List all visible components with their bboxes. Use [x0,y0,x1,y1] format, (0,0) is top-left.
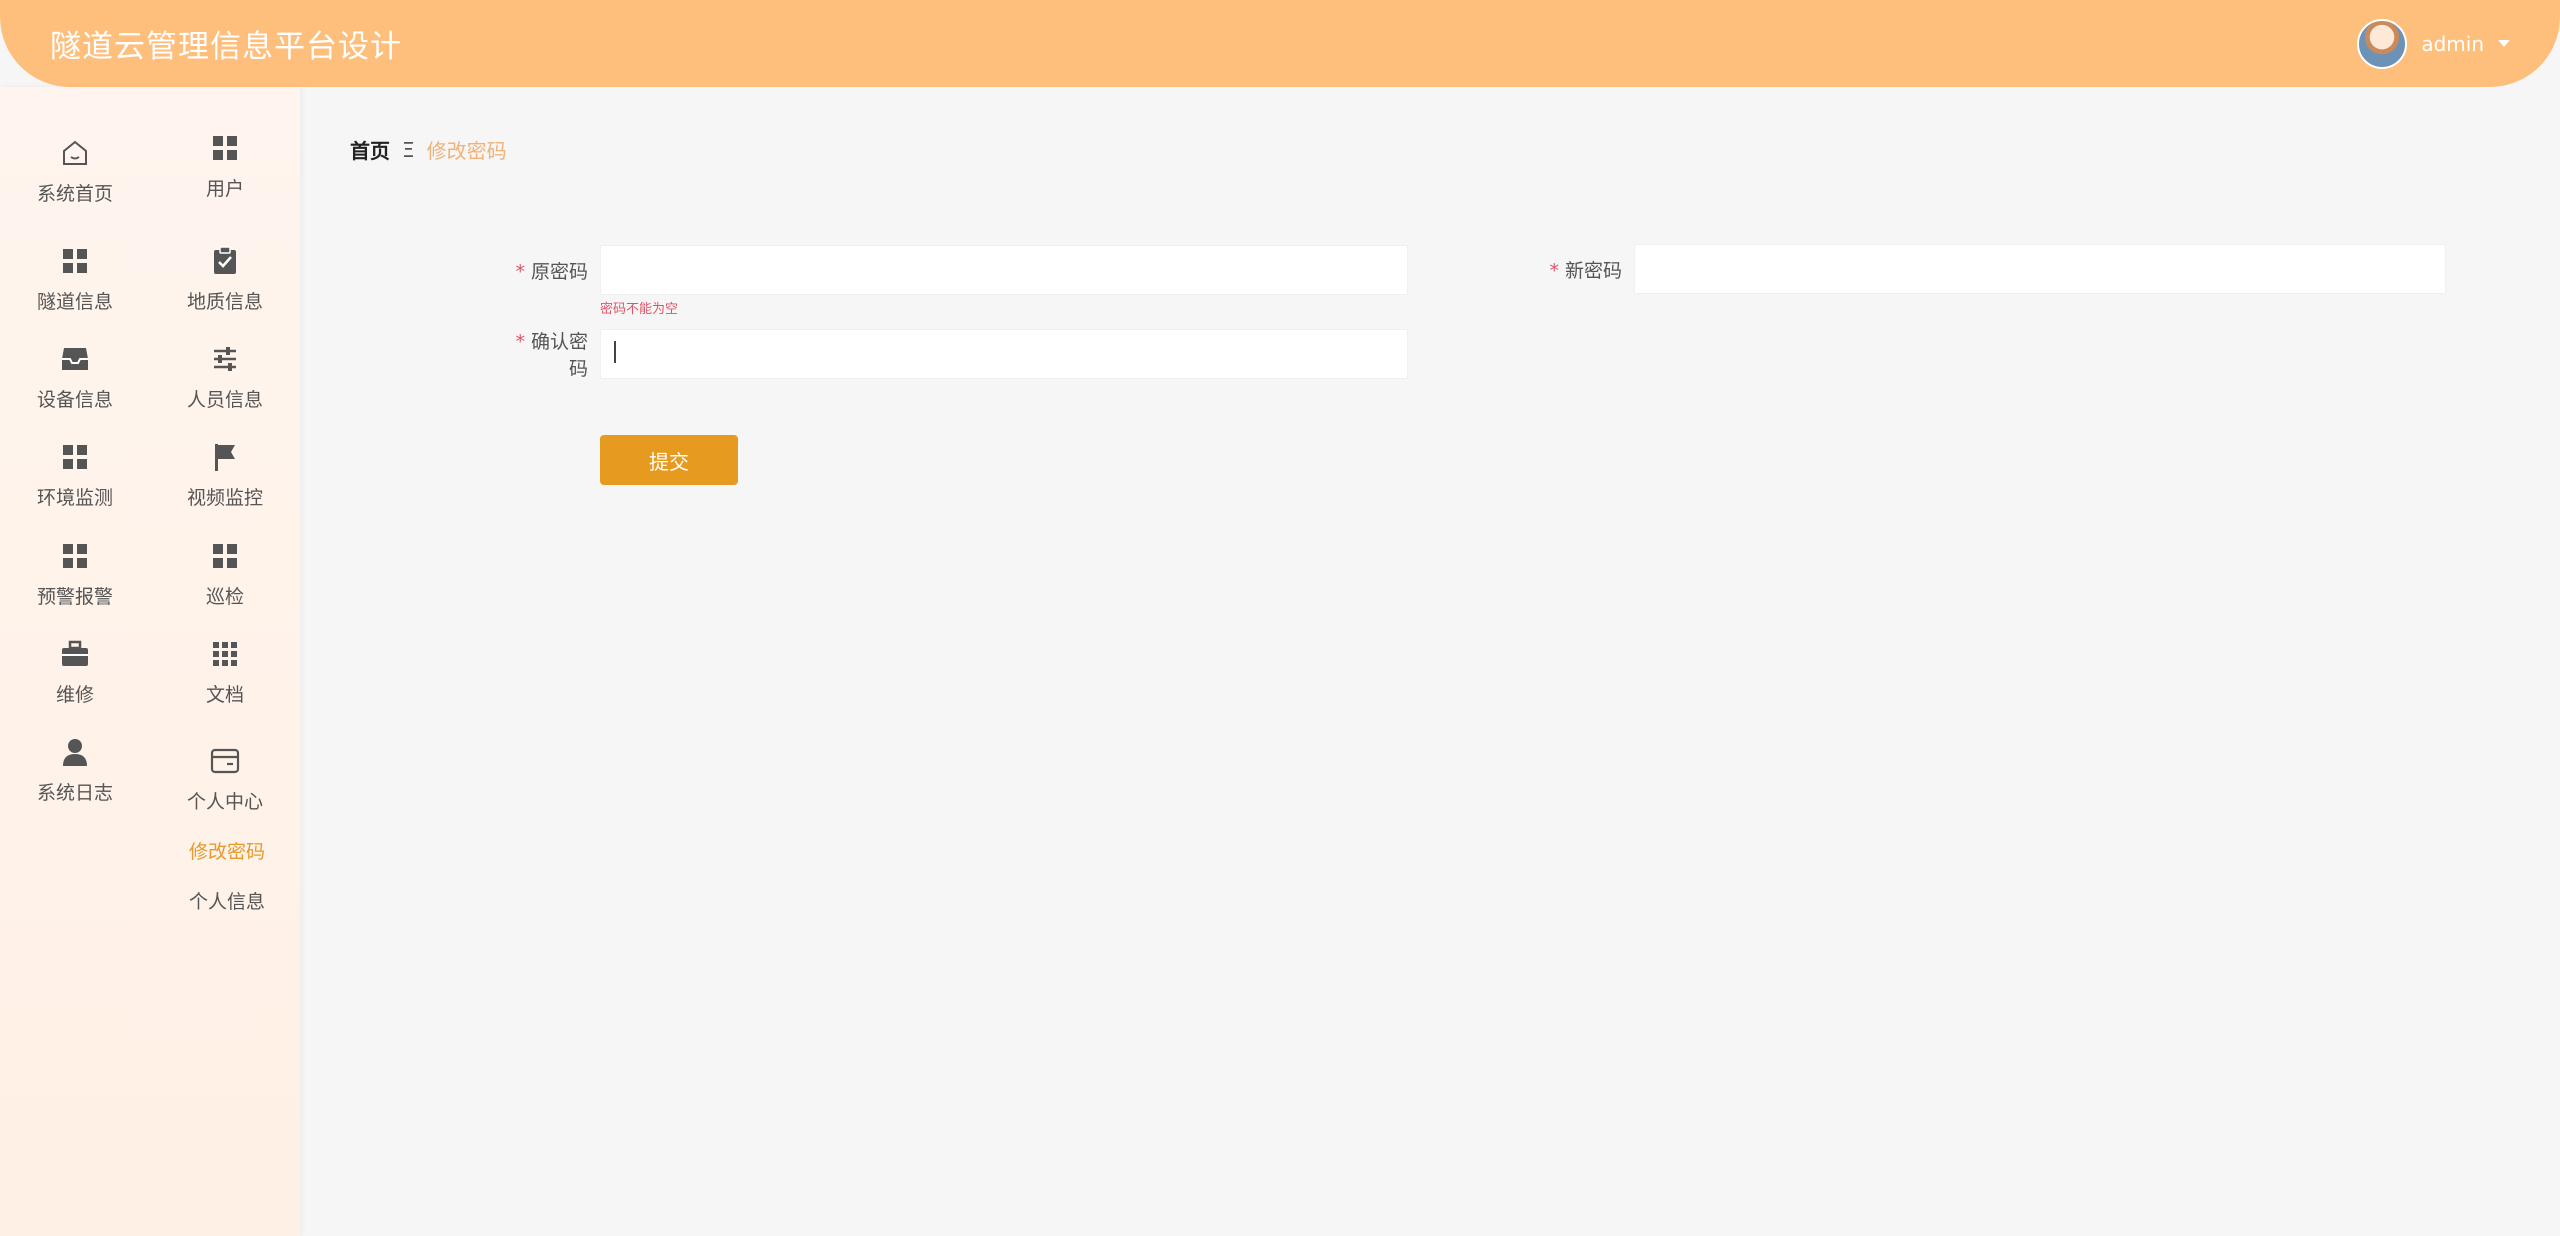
required-mark: * [515,260,525,283]
top-header: 隧道云管理信息平台设计 admin [0,0,2560,87]
clipboard-check-icon [209,245,241,277]
required-mark: * [1549,259,1559,282]
required-mark: * [515,331,525,353]
grid-icon [59,540,91,572]
confirm-password-label: * 确认密码 [515,331,588,380]
breadcrumb-current: 修改密码 [426,139,507,163]
briefcase-icon [59,638,91,670]
grid-icon [59,245,91,277]
flag-icon [209,441,241,473]
app-title: 隧道云管理信息平台设计 [50,29,402,65]
confirm-password-row: * 确认密码 [500,327,1408,381]
sidebar-item-system-log[interactable]: 系统日志 [0,736,150,805]
sidebar-item-video-monitoring[interactable]: 视频监控 [150,441,300,510]
username[interactable]: admin [2421,32,2484,56]
sidebar-item-personal-center[interactable]: 个人中心 [150,745,300,814]
sidebar-subitem-change-password[interactable]: 修改密码 [152,837,302,864]
sidebar-item-label: 系统日志 [36,782,113,804]
old-password-label: * 原密码 [515,260,588,283]
chevron-down-icon[interactable] [2498,40,2510,47]
sidebar-item-label: 设备信息 [36,389,113,411]
breadcrumb-home[interactable]: 首页 [350,135,390,164]
sidebar-item-label: 个人中心 [186,791,263,813]
new-password-label: * 新密码 [1549,259,1622,282]
grid-icon [209,132,241,164]
main-content: 首页 Ξ 修改密码 * 原密码 密码不能为空 * 新密码 * 确认密码 提交 [300,87,2560,1236]
sidebar-item-label: 地质信息 [186,291,263,313]
sidebar-item-home[interactable]: 系统首页 [0,137,150,206]
sidebar-item-documents[interactable]: 文档 [150,638,300,707]
old-password-input[interactable] [600,245,1408,295]
breadcrumb-separator: Ξ [402,137,415,162]
wallet-icon [209,745,241,777]
sidebar-item-equipment-info[interactable]: 设备信息 [0,343,150,412]
sidebar-item-label: 维修 [55,684,94,706]
sidebar-item-early-warning[interactable]: 预警报警 [0,540,150,609]
sidebar-item-label: 人员信息 [186,389,263,411]
avatar[interactable] [2357,18,2408,69]
sidebar-item-tunnel-info[interactable]: 隧道信息 [0,245,150,314]
sidebar-item-environment-monitoring[interactable]: 环境监测 [0,441,150,510]
sidebar-item-maintenance[interactable]: 维修 [0,638,150,707]
confirm-password-input[interactable] [600,329,1408,379]
sidebar-item-label: 巡检 [205,586,244,608]
old-password-row: * 原密码 [500,245,1408,295]
sidebar-subitem-personal-info[interactable]: 个人信息 [152,887,302,914]
sidebar-item-users[interactable]: 用户 [150,132,300,201]
grid-icon [59,441,91,473]
sidebar-item-personnel-info[interactable]: 人员信息 [150,343,300,412]
sidebar-item-label: 文档 [205,684,244,706]
text-cursor [614,341,616,363]
old-password-error: 密码不能为空 [600,302,679,317]
sidebar-item-label: 视频监控 [186,487,263,509]
sidebar-item-label: 预警报警 [36,586,113,608]
home-icon [59,137,91,169]
sliders-icon [209,343,241,375]
sidebar-item-label: 环境监测 [36,487,113,509]
new-password-row: * 新密码 [1500,244,2446,294]
sidebar-item-label: 用户 [205,178,244,200]
breadcrumb: 首页 Ξ 修改密码 [350,135,507,164]
sidebar: 系统首页 用户 隧道信息 地质信息 设备信息 人员信息 环境监测 视频监控 预警… [0,87,300,1236]
sidebar-item-geology-info[interactable]: 地质信息 [150,245,300,314]
sidebar-item-label: 隧道信息 [36,291,113,313]
inbox-icon [59,343,91,375]
user-icon [59,736,91,768]
sidebar-item-inspection[interactable]: 巡检 [150,540,300,609]
submit-button[interactable]: 提交 [600,435,738,485]
grid-icon [209,540,241,572]
sidebar-item-label: 系统首页 [36,183,113,205]
apps-icon [209,638,241,670]
new-password-input[interactable] [1634,244,2446,294]
user-menu[interactable]: admin [2357,18,2510,69]
